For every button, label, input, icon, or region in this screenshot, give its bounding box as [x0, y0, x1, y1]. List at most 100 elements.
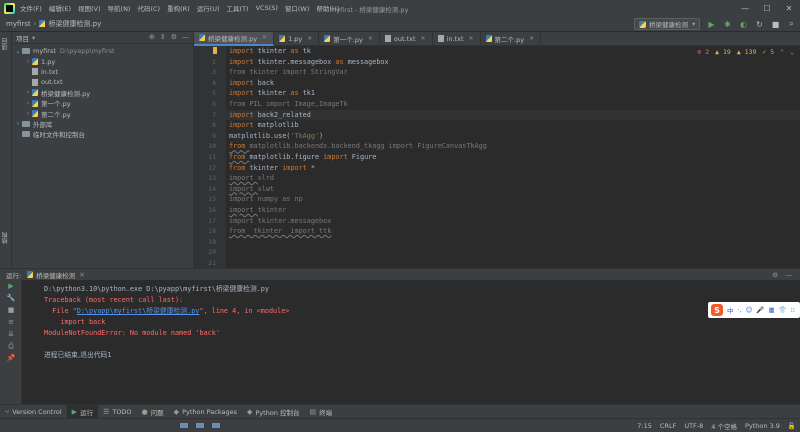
tree-file[interactable]: ›1.py [12, 56, 193, 66]
rerun-icon[interactable]: ↻ [754, 18, 765, 30]
close-icon[interactable]: ✕ [368, 35, 373, 42]
tool-window-tab[interactable]: ⑂Version Control [0, 405, 67, 419]
expand-arrow-icon[interactable]: › [14, 120, 22, 127]
tool-window-tab[interactable]: ▶运行 [67, 405, 98, 419]
chevron-down-icon[interactable]: ▾ [32, 34, 35, 42]
rerun-icon[interactable]: ▶ [0, 280, 22, 292]
close-icon[interactable]: ✕ [307, 35, 312, 42]
inspection-widget[interactable]: ⊘ 2 ▲ 19 ▲ 139 ✓ 5 ⌃ ⌄ [697, 48, 794, 56]
gear-icon[interactable]: ⚙ [171, 33, 177, 41]
tool-window-tab[interactable]: ▤终端 [305, 405, 338, 419]
tree-file[interactable]: ›桥梁健康检测.py [12, 88, 193, 98]
stop-icon[interactable]: ■ [0, 304, 22, 316]
collapse-icon[interactable]: ⇕ [160, 33, 166, 41]
punctuation-icon[interactable]: ·, [738, 306, 742, 314]
debug-icon[interactable]: ✱ [722, 18, 733, 30]
tree-file[interactable]: ›第二个.py [12, 108, 193, 118]
search-icon[interactable]: ⌕ [786, 18, 797, 30]
wrench-icon[interactable]: 🔧 [0, 292, 22, 304]
coverage-icon[interactable]: ◐ [738, 18, 749, 30]
code-token: back2_related [258, 111, 311, 119]
expand-arrow-icon[interactable]: ⌄ [14, 48, 22, 55]
hide-icon[interactable]: — [182, 33, 189, 41]
close-icon[interactable]: ✕ [529, 35, 534, 42]
tree-file[interactable]: in.txt [12, 67, 193, 77]
structure-tool-tab[interactable]: 结构 [1, 232, 10, 244]
run-panel-header: 运行: 桥梁健康检测 ✕ ⚙ — [0, 268, 800, 280]
minimize-icon[interactable]: — [734, 0, 756, 16]
bookmark-icon[interactable] [213, 47, 217, 54]
microphone-icon[interactable]: 🎤 [756, 306, 764, 314]
menu-item[interactable]: 视图(V) [78, 3, 101, 13]
run-tab-label[interactable]: 桥梁健康检测 [36, 270, 75, 280]
keyboard-icon[interactable]: ▦ [769, 306, 775, 314]
expand-arrow-icon[interactable]: › [24, 100, 32, 107]
menu-item[interactable]: 编辑(E) [49, 3, 71, 13]
soft-wrap-icon[interactable]: ≡ [0, 316, 22, 328]
pin-icon[interactable]: 📌 [0, 352, 22, 364]
text-file-icon [385, 35, 391, 42]
gear-icon[interactable]: ⚙ [772, 271, 778, 279]
run-console[interactable]: D:\python3.10\python.exe D:\pyapp\myfirs… [22, 280, 800, 404]
editor-tab[interactable]: 桥梁健康检测.py✕ [194, 32, 274, 46]
crosshair-icon[interactable]: ⊕ [149, 33, 155, 41]
menu-item[interactable]: 窗口(W) [285, 3, 310, 13]
chevron-up-icon[interactable]: ⌃ [780, 48, 784, 56]
skin-icon[interactable]: 👕 [779, 306, 787, 314]
menu-item[interactable]: 代码(C) [137, 3, 160, 13]
stop-icon[interactable]: ■ [770, 18, 781, 30]
tool-window-tab[interactable]: ◆Python 控制台 [242, 405, 305, 419]
editor-tab[interactable]: 1.py✕ [274, 32, 319, 46]
expand-arrow-icon[interactable]: › [24, 89, 32, 96]
indent-setting[interactable]: 4 个空格 [711, 421, 737, 431]
menu-grid-icon[interactable]: ⁝⁝ [791, 306, 795, 314]
menu-item[interactable]: 运行(U) [197, 3, 220, 13]
project-tool-tab[interactable]: 项目 [1, 38, 10, 50]
menu-item[interactable]: 工具(T) [227, 3, 249, 13]
run-icon[interactable]: ▶ [706, 18, 717, 30]
tool-window-tab[interactable]: ☰TODO [98, 405, 137, 419]
run-configuration-selector[interactable]: 桥梁健康检测 ▾ [634, 18, 700, 30]
line-separator[interactable]: CRLF [660, 422, 676, 430]
tree-file[interactable]: out.txt [12, 77, 193, 87]
code-editor[interactable]: ⊘ 2 ▲ 19 ▲ 139 ✓ 5 ⌃ ⌄ import tkinter as… [226, 46, 800, 268]
tree-folder[interactable]: 临时文件和控制台 [12, 129, 193, 139]
menu-item[interactable]: 重构(R) [167, 3, 190, 13]
menu-item[interactable]: 导航(N) [108, 3, 131, 13]
run-configuration-label: 桥梁健康检测 [649, 19, 688, 29]
chevron-down-icon[interactable]: ⌄ [790, 48, 794, 56]
editor-tab[interactable]: in.txt✕ [433, 32, 481, 46]
close-icon[interactable]: ✕ [778, 0, 800, 16]
close-icon[interactable]: ✕ [421, 35, 426, 42]
menu-item[interactable]: 文件(F) [20, 3, 42, 13]
maximize-icon[interactable]: ☐ [756, 0, 778, 16]
emoji-icon[interactable]: ☺ [746, 306, 753, 314]
editor-tab[interactable]: 第二个.py✕ [481, 32, 542, 46]
editor-tab[interactable]: out.txt✕ [380, 32, 433, 46]
scroll-to-end-icon[interactable]: ⇊ [0, 328, 22, 340]
code-token: import [229, 174, 258, 182]
breadcrumb-project[interactable]: myfirst [6, 20, 31, 28]
caret-position[interactable]: 7:15 [637, 422, 652, 430]
tree-file[interactable]: ›第一个.py [12, 98, 193, 108]
lock-icon[interactable]: 🔓 [788, 422, 796, 430]
tool-window-tab[interactable]: ◆Python Packages [169, 405, 242, 419]
tool-window-tab[interactable]: ●问题 [137, 405, 169, 419]
print-icon[interactable]: ⎙ [0, 340, 22, 352]
python-interpreter[interactable]: Python 3.9 [745, 422, 780, 430]
expand-arrow-icon[interactable]: › [24, 58, 32, 65]
tree-folder[interactable]: ›外部库 [12, 119, 193, 129]
file-link[interactable]: D:\pyapp\myfirst\桥梁健康检测.py [77, 307, 200, 315]
tree-folder[interactable]: ⌄myfirstD:\pyapp\myfirst [12, 46, 193, 56]
input-method-toolbar[interactable]: S 中 ·, ☺ 🎤 ▦ 👕 ⁝⁝ [708, 302, 800, 318]
close-icon[interactable]: ✕ [79, 271, 84, 279]
ime-mode-label[interactable]: 中 [727, 305, 734, 315]
menu-item[interactable]: VCS(S) [256, 4, 278, 12]
close-icon[interactable]: ✕ [469, 35, 474, 42]
close-icon[interactable]: ✕ [262, 34, 267, 41]
breadcrumb-file[interactable]: 桥梁健康检测.py [48, 19, 101, 29]
file-encoding[interactable]: UTF-8 [684, 422, 703, 430]
editor-tab[interactable]: 第一个.py✕ [319, 32, 380, 46]
expand-arrow-icon[interactable]: › [24, 110, 32, 117]
hide-icon[interactable]: — [786, 271, 793, 279]
